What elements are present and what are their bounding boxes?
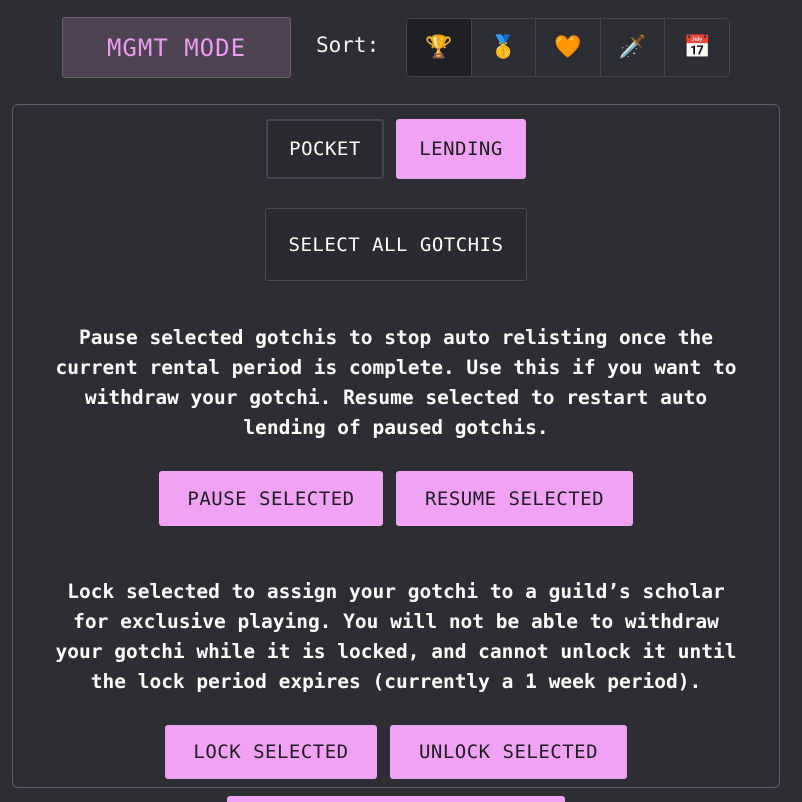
top-bar: MGMT MODE Sort: 🏆 🥇 🧡 🗡️ 📅 bbox=[0, 0, 802, 100]
pause-description: Pause selected gotchis to stop auto reli… bbox=[12, 323, 780, 443]
dagger-icon: 🗡️ bbox=[618, 35, 647, 60]
pause-description-line: current rental period is complete. Use t… bbox=[55, 356, 737, 379]
trophy-icon: 🏆 bbox=[425, 35, 453, 60]
mgmt-mode-button[interactable]: MGMT MODE bbox=[62, 17, 291, 78]
next-action-button[interactable] bbox=[227, 796, 565, 802]
pause-selected-button[interactable]: PAUSE SELECTED bbox=[159, 471, 383, 526]
unlock-selected-button[interactable]: UNLOCK SELECTED bbox=[390, 725, 627, 779]
tab-lending[interactable]: LENDING bbox=[396, 119, 526, 179]
sort-trophy-button[interactable]: 🏆 bbox=[407, 19, 472, 76]
tab-pocket[interactable]: POCKET bbox=[266, 119, 384, 179]
sort-heart-button[interactable]: 🧡 bbox=[536, 19, 601, 76]
resume-selected-button[interactable]: RESUME SELECTED bbox=[396, 471, 633, 526]
sort-label: Sort: bbox=[316, 33, 380, 57]
lock-description-line: the lock period expires (currently a 1 w… bbox=[90, 670, 702, 693]
sort-medal-button[interactable]: 🥇 bbox=[472, 19, 537, 76]
calendar-icon: 📅 bbox=[683, 35, 711, 60]
lock-description: Lock selected to assign your gotchi to a… bbox=[12, 577, 780, 697]
orange-heart-icon: 🧡 bbox=[554, 35, 582, 60]
lock-description-line: for exclusive playing. You will not be a… bbox=[73, 610, 719, 633]
lock-selected-button[interactable]: LOCK SELECTED bbox=[165, 725, 377, 779]
lock-description-line: Lock selected to assign your gotchi to a… bbox=[67, 580, 725, 603]
sort-calendar-button[interactable]: 📅 bbox=[665, 19, 729, 76]
sort-options: 🏆 🥇 🧡 🗡️ 📅 bbox=[406, 18, 730, 77]
pause-description-line: withdraw your gotchi. Resume selected to… bbox=[84, 386, 708, 409]
sort-dagger-button[interactable]: 🗡️ bbox=[601, 19, 666, 76]
lock-description-line: your gotchi while it is locked, and cann… bbox=[55, 640, 737, 663]
medal-icon: 🥇 bbox=[489, 35, 518, 60]
pause-description-line: lending of paused gotchis. bbox=[243, 416, 549, 439]
select-all-gotchis-button[interactable]: SELECT ALL GOTCHIS bbox=[265, 208, 527, 281]
pause-description-line: Pause selected gotchis to stop auto reli… bbox=[79, 326, 713, 349]
